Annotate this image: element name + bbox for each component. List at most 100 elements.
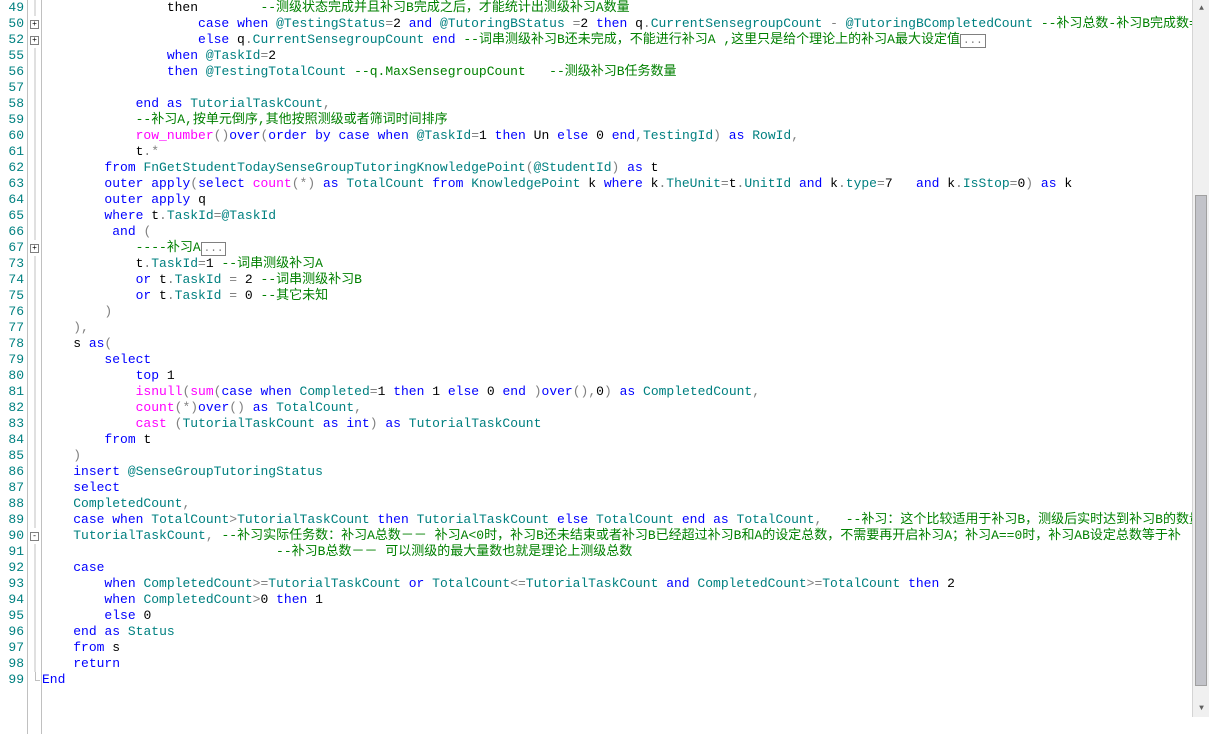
fold-cell: -: [28, 528, 41, 544]
operator: .: [643, 16, 651, 31]
comment: --补习实际任务数：补习A总数－－ 补习A<0时，补习B还未结束或者补习B已经超…: [221, 528, 1180, 543]
code-line[interactable]: end as Status: [42, 624, 1209, 640]
fold-cell: [28, 160, 41, 176]
code-line[interactable]: select: [42, 352, 1209, 368]
code-line[interactable]: case when TotalCount>TutorialTaskCount t…: [42, 512, 1209, 528]
code-line[interactable]: cast (TutorialTaskCount as int) as Tutor…: [42, 416, 1209, 432]
scroll-up-button[interactable]: ▲: [1193, 0, 1209, 17]
identifier: Completed: [300, 384, 370, 399]
operator: -: [830, 16, 838, 31]
expand-icon[interactable]: +: [30, 244, 39, 253]
code-line[interactable]: isnull(sum(case when Completed=1 then 1 …: [42, 384, 1209, 400]
code-line[interactable]: TutorialTaskCount, --补习实际任务数：补习A总数－－ 补习A…: [42, 528, 1209, 544]
code-line[interactable]: row_number()over(order by case when @Tas…: [42, 128, 1209, 144]
scroll-down-button[interactable]: ▼: [1193, 700, 1209, 717]
code-line[interactable]: top 1: [42, 368, 1209, 384]
text: [331, 128, 339, 143]
vertical-scrollbar[interactable]: ▲ ▼: [1192, 0, 1209, 717]
collapsed-region-icon[interactable]: ...: [960, 34, 986, 48]
fold-cell: [28, 480, 41, 496]
keyword: as: [104, 624, 120, 639]
operator: .: [838, 176, 846, 191]
line-number: 56: [0, 64, 24, 80]
code-line[interactable]: t.*: [42, 144, 1209, 160]
identifier: CurrentSensegroupCount: [651, 16, 823, 31]
operator: ): [1025, 176, 1033, 191]
operator: .: [245, 32, 253, 47]
operator: (),: [573, 384, 596, 399]
line-number: 61: [0, 144, 24, 160]
text: [292, 384, 300, 399]
operator: (): [214, 128, 230, 143]
identifier: TutorialTaskCount: [409, 416, 542, 431]
keyword: outer: [104, 176, 143, 191]
code-line[interactable]: ): [42, 448, 1209, 464]
code-line[interactable]: s as(: [42, 336, 1209, 352]
scrollbar-thumb[interactable]: [1195, 195, 1207, 687]
code-area[interactable]: then --测级状态完成并且补习B完成之后，才能统计出测级补习A数量 case…: [42, 0, 1209, 734]
code-line[interactable]: [42, 80, 1209, 96]
code-line[interactable]: outer apply q: [42, 192, 1209, 208]
code-line[interactable]: when @TaskId=2: [42, 48, 1209, 64]
keyword: select: [73, 480, 120, 495]
fold-cell: [28, 272, 41, 288]
keyword: apply: [151, 192, 190, 207]
code-line[interactable]: return: [42, 656, 1209, 672]
keyword: or: [136, 288, 152, 303]
code-line[interactable]: count(*)over() as TotalCount,: [42, 400, 1209, 416]
code-line[interactable]: --补习A,按单元倒序,其他按照测级或者筛词时间排序: [42, 112, 1209, 128]
code-line[interactable]: --补习B总数－－ 可以测级的最大量数也就是理论上测级总数: [42, 544, 1209, 560]
line-number: 57: [0, 80, 24, 96]
code-line[interactable]: and (: [42, 224, 1209, 240]
code-line[interactable]: or t.TaskId = 0 --其它未知: [42, 288, 1209, 304]
code-line[interactable]: ),: [42, 320, 1209, 336]
line-number: 52: [0, 32, 24, 48]
code-line[interactable]: from s: [42, 640, 1209, 656]
text: [705, 512, 713, 527]
operator: (*): [292, 176, 315, 191]
code-line[interactable]: ----补习A...: [42, 240, 1209, 256]
scrollbar-track[interactable]: [1193, 17, 1209, 700]
variable: @SenseGroupTutoringStatus: [128, 464, 323, 479]
line-number: 95: [0, 608, 24, 624]
code-line[interactable]: insert @SenseGroupTutoringStatus: [42, 464, 1209, 480]
line-number: 59: [0, 112, 24, 128]
keyword: end: [612, 128, 635, 143]
code-line[interactable]: case when @TestingStatus=2 and @Tutoring…: [42, 16, 1209, 32]
code-line[interactable]: when CompletedCount>=TutorialTaskCount o…: [42, 576, 1209, 592]
code-line[interactable]: select: [42, 480, 1209, 496]
operator: =: [877, 176, 885, 191]
text: [237, 288, 245, 303]
code-line[interactable]: when CompletedCount>0 then 1: [42, 592, 1209, 608]
code-line[interactable]: from t: [42, 432, 1209, 448]
identifier: KnowledgePoint: [471, 176, 580, 191]
fold-cell: [28, 336, 41, 352]
code-line[interactable]: outer apply(select count(*) as TotalCoun…: [42, 176, 1209, 192]
code-line[interactable]: t.TaskId=1 --词串测级补习A: [42, 256, 1209, 272]
keyword: case: [221, 384, 252, 399]
expand-icon[interactable]: +: [30, 20, 39, 29]
fold-cell: [28, 224, 41, 240]
code-line[interactable]: end as TutorialTaskCount,: [42, 96, 1209, 112]
code-line[interactable]: from FnGetStudentTodaySenseGroupTutoring…: [42, 160, 1209, 176]
operator: ,: [182, 496, 190, 511]
number: 1: [167, 368, 175, 383]
code-line[interactable]: else 0: [42, 608, 1209, 624]
fold-cell: [28, 640, 41, 656]
collapsed-region-icon[interactable]: ...: [201, 242, 227, 256]
code-line[interactable]: case: [42, 560, 1209, 576]
collapse-icon[interactable]: -: [30, 532, 39, 541]
code-line[interactable]: ): [42, 304, 1209, 320]
expand-icon[interactable]: +: [30, 36, 39, 45]
code-line[interactable]: or t.TaskId = 2 --词串测级补习B: [42, 272, 1209, 288]
code-line[interactable]: End: [42, 672, 1209, 688]
code-line[interactable]: then @TestingTotalCount --q.MaxSensegrou…: [42, 64, 1209, 80]
code-line[interactable]: else q.CurrentSensegroupCount end --词串测级…: [42, 32, 1209, 48]
identifier: TaskId: [175, 272, 222, 287]
text: [838, 16, 846, 31]
code-line[interactable]: then --测级状态完成并且补习B完成之后，才能统计出测级补习A数量: [42, 0, 1209, 16]
keyword: else: [557, 512, 588, 527]
code-line[interactable]: CompletedCount,: [42, 496, 1209, 512]
text: k: [939, 176, 955, 191]
code-line[interactable]: where t.TaskId=@TaskId: [42, 208, 1209, 224]
